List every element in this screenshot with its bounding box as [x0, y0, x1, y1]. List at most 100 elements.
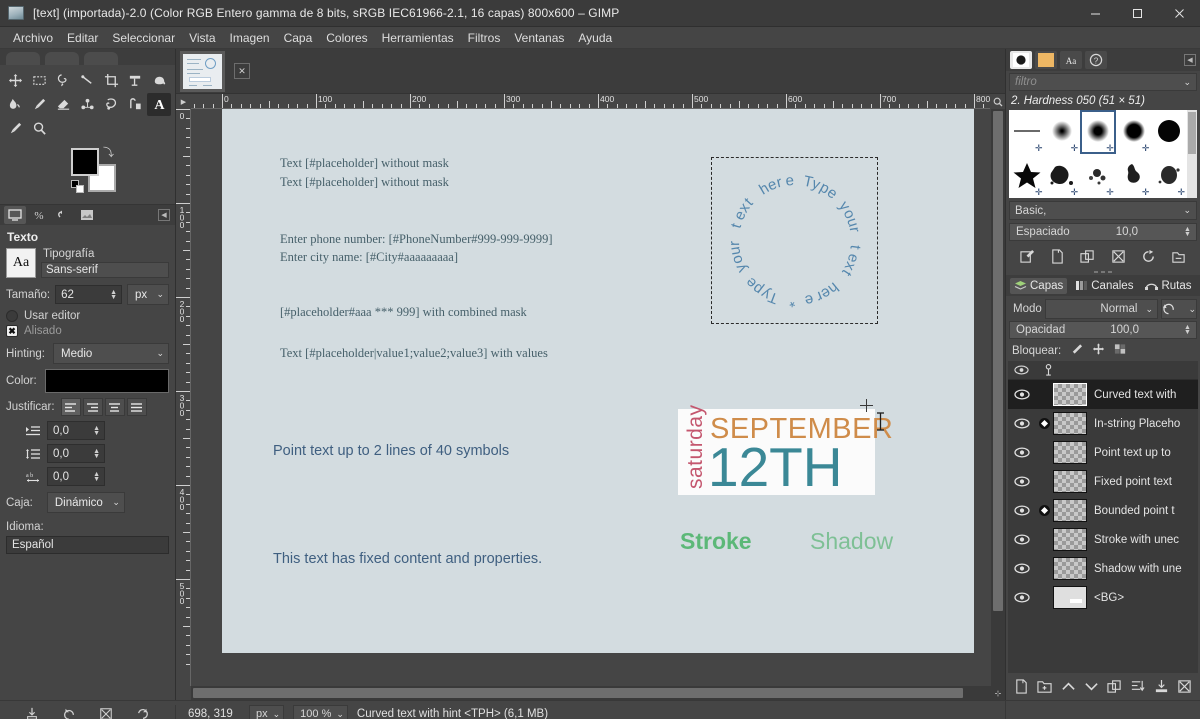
duplicate-brush-icon[interactable]	[1078, 247, 1098, 265]
layer-row[interactable]: Bounded point t	[1008, 496, 1198, 525]
menu-ayuda[interactable]: Ayuda	[571, 29, 619, 47]
tab-capas[interactable]: Capas	[1010, 277, 1068, 294]
justify-center-button[interactable]	[104, 398, 125, 416]
layer-thumbnail[interactable]	[1053, 557, 1087, 580]
canvas-text-point-2-lines[interactable]: Point text up to 2 lines of 40 symbols	[273, 443, 509, 459]
transform-tool[interactable]	[123, 69, 147, 92]
help-tab[interactable]: ?	[1085, 51, 1107, 69]
mode-combo[interactable]: Normal ⌄	[1044, 299, 1158, 319]
layer-name[interactable]: Stroke with unec	[1087, 534, 1179, 546]
layer-name[interactable]: Shadow with une	[1087, 563, 1182, 575]
color-picker-tool[interactable]	[4, 117, 28, 140]
brushes-tab[interactable]	[1010, 51, 1032, 69]
maximize-button[interactable]	[1116, 0, 1158, 27]
bucket-fill-tool[interactable]	[147, 69, 171, 92]
canvas-text-placeholder-2[interactable]: Text [#placeholder] without mask	[280, 175, 449, 190]
brush-cell-star[interactable]: ✛	[1009, 154, 1045, 198]
tool-options-menu-icon[interactable]: ◀	[158, 209, 170, 221]
canvas-stroke-text[interactable]: Stroke	[680, 528, 752, 555]
lock-pixels-icon[interactable]	[1070, 343, 1083, 358]
paintbrush-tool[interactable]	[28, 93, 52, 116]
box-combo[interactable]: Dinámico ⌄	[46, 492, 125, 513]
justify-left-button[interactable]	[60, 398, 81, 416]
layer-thumbnail[interactable]	[1053, 499, 1087, 522]
letter-spacing-spinner[interactable]: ▲ ▼	[93, 471, 102, 483]
brush-cell-splatter-1[interactable]: ✛	[1045, 154, 1081, 198]
layer-thumbnail[interactable]	[1053, 586, 1087, 609]
brush-cell-splatter-3[interactable]: ✛	[1116, 154, 1152, 198]
use-editor-row[interactable]: Usar editor	[6, 310, 169, 322]
brush-filter-input[interactable]: filtro ⌄	[1009, 73, 1197, 91]
text-color-swatch[interactable]	[44, 369, 169, 393]
menu-archivo[interactable]: Archivo	[6, 29, 60, 47]
new-brush-icon[interactable]	[1047, 247, 1067, 265]
layer-row[interactable]: Fixed point text	[1008, 467, 1198, 496]
patterns-tab[interactable]	[1035, 51, 1057, 69]
clone-tool[interactable]	[99, 93, 123, 116]
vertical-scrollbar-thumb[interactable]	[993, 111, 1003, 611]
opacity-spinner[interactable]: ▲ ▼	[1184, 324, 1193, 336]
font-selector[interactable]: Aa Tipografía Sans-serif	[6, 248, 169, 278]
free-select-tool[interactable]	[52, 69, 76, 92]
brush-cell-hardness-050[interactable]: ✛	[1080, 110, 1116, 154]
images-tab[interactable]	[76, 206, 98, 224]
line-spacing-spinner[interactable]: ▲ ▼	[93, 448, 102, 460]
canvas-text-combined-mask[interactable]: [#placeholder#aaa *** 999] with combined…	[280, 305, 527, 320]
restore-tool-options-icon[interactable]	[60, 705, 78, 719]
hinting-combo[interactable]: Medio ⌄	[53, 343, 169, 364]
indent-spinner[interactable]: ▲ ▼	[93, 425, 102, 437]
curved-text-layer-box[interactable]: Ty p e y o u r t e x t h e r e * Ty p e y o u r t e x t h e r e	[711, 157, 878, 324]
layer-thumbnail[interactable]	[1053, 441, 1087, 464]
layer-link-icon[interactable]	[1035, 418, 1053, 429]
minimize-button[interactable]	[1074, 0, 1116, 27]
vertical-scrollbar[interactable]	[991, 109, 1005, 686]
horizontal-scrollbar-thumb[interactable]	[193, 688, 963, 698]
toolbox-tab-1[interactable]	[6, 52, 40, 65]
brush-cell-soft-small[interactable]: ✛	[1045, 110, 1081, 154]
size-unit-combo[interactable]: px ⌄	[127, 284, 169, 305]
canvas-viewport[interactable]: Text [#placeholder] without mask Text [#…	[191, 109, 991, 686]
layer-visibility-icon[interactable]	[1008, 563, 1035, 574]
brush-cell-hardness-100[interactable]	[1151, 110, 1187, 154]
save-tool-options-icon[interactable]	[23, 705, 41, 719]
size-input[interactable]: 62 ▲ ▼	[55, 285, 122, 304]
eraser-tool[interactable]	[52, 93, 76, 116]
delete-brush-icon[interactable]	[1108, 247, 1128, 265]
chevron-down-icon[interactable]: ⌄	[1183, 77, 1191, 88]
layer-visibility-icon[interactable]	[1008, 389, 1035, 400]
layer-list[interactable]: Curved text with In-string Placeho Point t…	[1008, 380, 1198, 673]
font-value[interactable]: Sans-serif	[41, 262, 169, 278]
tool-options-tab[interactable]	[4, 206, 26, 224]
menu-ventanas[interactable]: Ventanas	[507, 29, 571, 47]
smudge-tool[interactable]	[4, 93, 28, 116]
device-status-tab[interactable]	[52, 206, 74, 224]
foreground-color-swatch[interactable]	[71, 148, 99, 176]
layer-name[interactable]: Fixed point text	[1087, 476, 1172, 488]
zoom-image-icon[interactable]	[990, 94, 1005, 109]
layer-visibility-icon[interactable]	[1008, 476, 1035, 487]
zoom-combo[interactable]: 100 % ⌄	[293, 704, 348, 719]
anchor-layer-icon[interactable]	[1129, 678, 1147, 696]
gradient-tool[interactable]	[76, 93, 100, 116]
use-editor-checkbox[interactable]	[6, 310, 18, 322]
canvas-text-placeholder-1[interactable]: Text [#placeholder] without mask	[280, 156, 449, 171]
edit-brush-icon[interactable]	[1017, 247, 1037, 265]
duplicate-layer-icon[interactable]	[1106, 678, 1124, 696]
layer-row[interactable]: In-string Placeho	[1008, 409, 1198, 438]
vertical-ruler[interactable]: 0 100 200 300 400 500	[176, 109, 191, 686]
horizontal-scrollbar[interactable]	[191, 686, 991, 700]
lower-layer-icon[interactable]	[1082, 678, 1100, 696]
layer-name[interactable]: Point text up to	[1087, 447, 1171, 459]
zoom-tool[interactable]	[28, 117, 52, 140]
brush-grid-scrollbar[interactable]	[1187, 110, 1197, 198]
layer-visibility-icon[interactable]	[1008, 418, 1035, 429]
layer-name[interactable]: Curved text with	[1087, 389, 1176, 401]
canvas-shadow-text[interactable]: Shadow	[810, 528, 893, 555]
line-spacing-input[interactable]: 0,0 ▲ ▼	[47, 444, 105, 463]
layer-link-icon[interactable]	[1035, 505, 1053, 516]
layer-row[interactable]: <BG>	[1008, 583, 1198, 612]
brush-grid-scrollbar-thumb[interactable]	[1188, 112, 1196, 154]
menu-colores[interactable]: Colores	[319, 29, 374, 47]
tab-rutas[interactable]: Rutas	[1141, 278, 1195, 294]
rectangle-select-tool[interactable]	[28, 69, 52, 92]
